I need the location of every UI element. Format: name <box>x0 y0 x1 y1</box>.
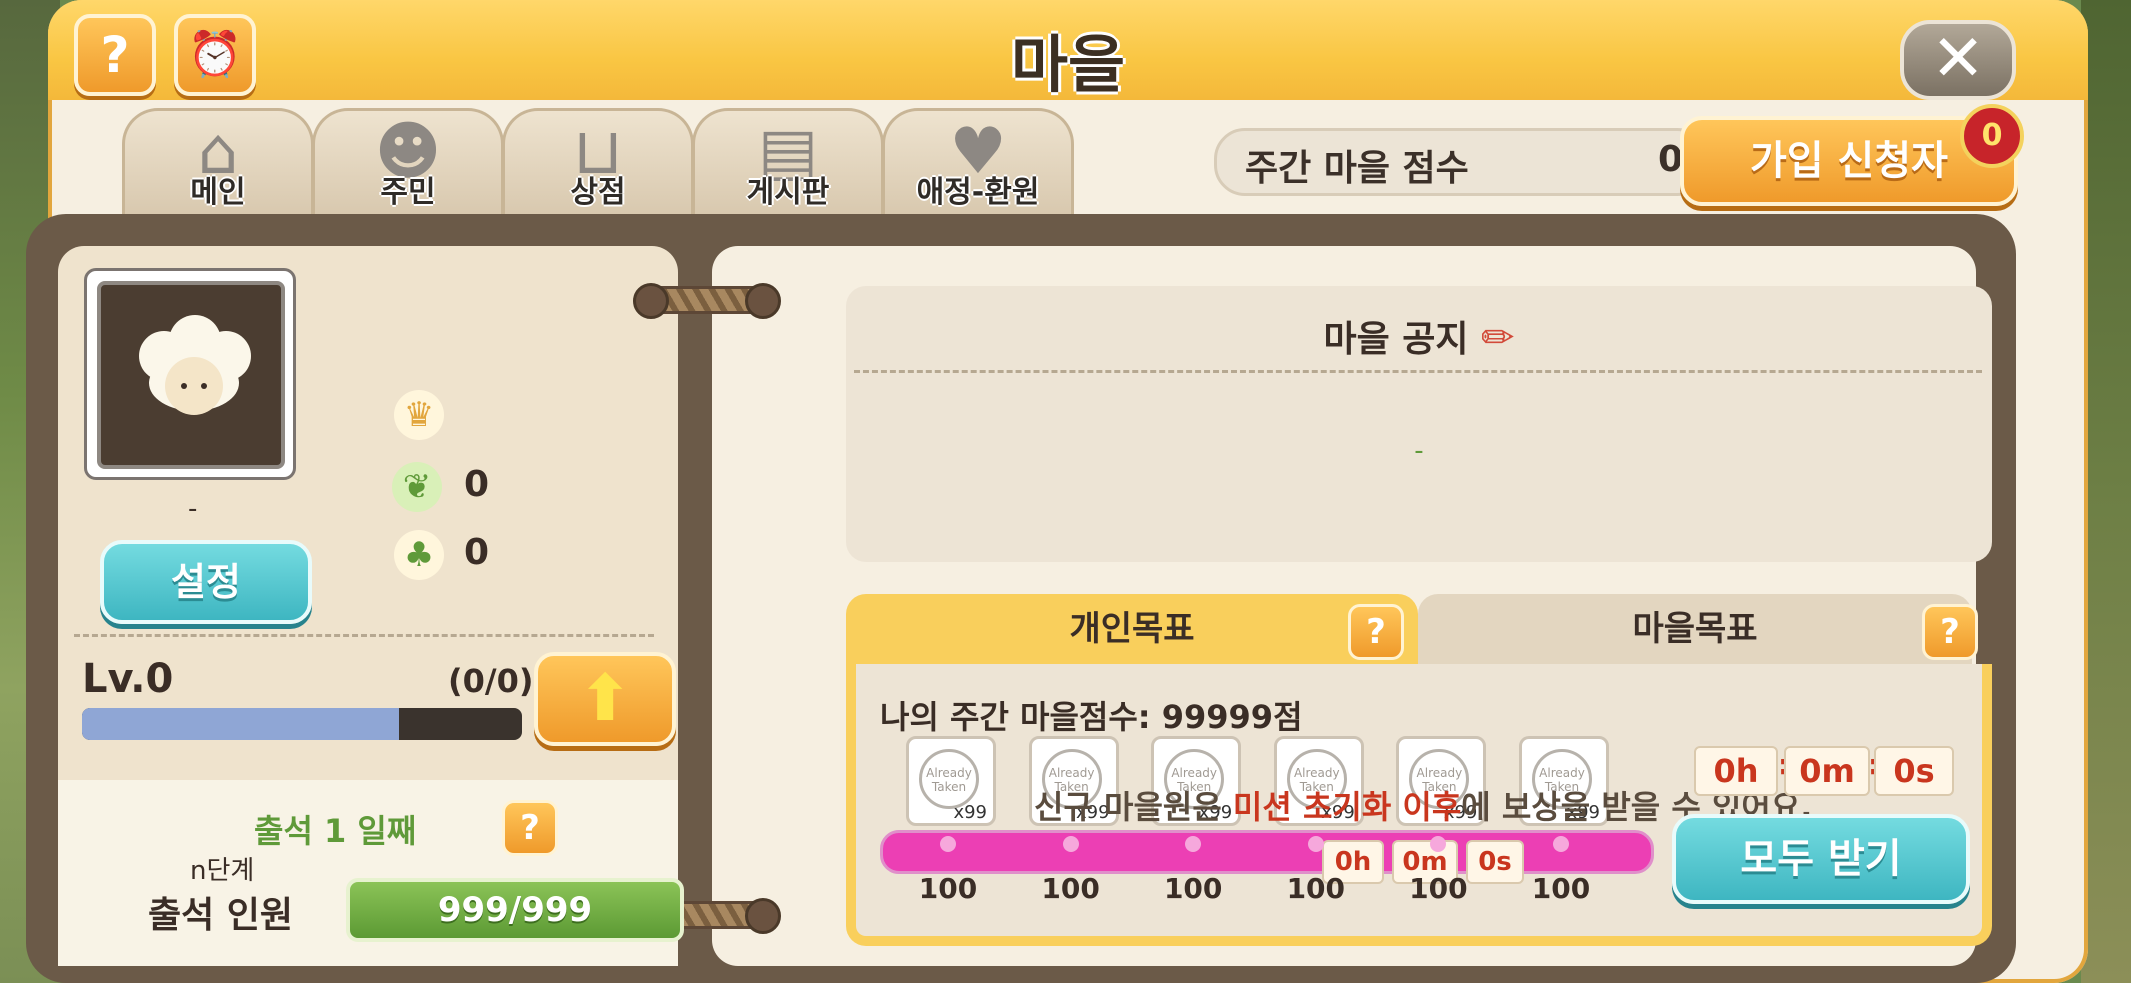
sprout-count: 0 <box>464 532 490 573</box>
weekly-village-score: 주간 마을 점수 0 <box>1214 128 1708 196</box>
reward-amount: x99 <box>953 802 987 823</box>
background-right <box>2081 0 2131 983</box>
attendance-day: 출석 1 일째 <box>254 812 417 850</box>
alarm-clock-button[interactable]: ⏰ <box>174 14 256 96</box>
arrow-up-icon: ⬆ <box>578 662 632 736</box>
attendance-stage: n단계 <box>190 856 255 886</box>
tab-shop-label: 상점 <box>570 175 626 210</box>
settings-button[interactable]: 설정 <box>100 540 312 624</box>
close-icon: ✕ <box>1931 22 1985 96</box>
timer-minutes: 0m <box>1784 746 1870 796</box>
goal-progress-track <box>880 830 1654 874</box>
receive-all-button[interactable]: 모두 받기 <box>1672 814 1970 904</box>
level-up-button[interactable]: ⬆ <box>534 652 676 746</box>
close-button[interactable]: ✕ <box>1900 20 2016 100</box>
avatar[interactable] <box>84 268 296 480</box>
tab-residents-label: 주민 <box>380 175 436 210</box>
tab-main[interactable]: ⌂ 메인 <box>122 108 314 217</box>
leaf-count: 0 <box>464 464 490 505</box>
track-marker <box>1062 836 1079 852</box>
tab-residents[interactable]: ☻ 주민 <box>312 108 504 217</box>
message-emphasis: 미션 초기화 이후 <box>1232 788 1462 826</box>
threshold-label: 100 <box>1286 872 1346 905</box>
track-marker <box>1553 836 1569 852</box>
tab-board[interactable]: ▤ 게시판 <box>692 108 884 217</box>
window-title: 마을 <box>1010 28 1126 101</box>
pencil-icon[interactable]: ✏ <box>1481 315 1515 361</box>
sprout-chick-icon: ♣ <box>394 530 444 580</box>
track-marker <box>940 836 956 852</box>
rope-top <box>633 283 781 319</box>
timer-hours: 0h <box>1694 746 1778 796</box>
notice-divider <box>854 370 1982 373</box>
help-button[interactable]: ? <box>74 14 156 96</box>
notice-title: 마을 공지 <box>1323 319 1469 360</box>
attendance-label: 출석 인원 <box>148 895 294 936</box>
crown-chick-icon: ♛ <box>394 390 444 440</box>
tab-personal-goal[interactable]: 개인목표 <box>846 594 1418 664</box>
sheep-icon <box>135 311 253 429</box>
alarm-clock-icon: ⏰ <box>187 29 243 80</box>
track-marker <box>1307 836 1324 852</box>
my-weekly-score: 나의 주간 마을점수: 99999점 <box>880 698 1303 736</box>
tab-board-label: 게시판 <box>746 175 830 210</box>
tab-village-goal[interactable]: 마을목표 <box>1418 594 1972 664</box>
attendance-help-button[interactable]: ? <box>502 800 558 856</box>
timer-seconds: 0s <box>1874 746 1954 796</box>
tab-affection-label: 애정-환원 <box>916 175 1040 210</box>
title-bar: 마을 <box>48 0 2088 101</box>
threshold-label: 100 <box>918 872 978 905</box>
level-progress-fill <box>82 708 399 740</box>
reward-card[interactable]: Already Taken x99 <box>906 736 996 826</box>
zigzag-divider <box>58 760 678 784</box>
player-name: - <box>188 494 198 524</box>
threshold-label: 100 <box>1163 872 1223 905</box>
level-count: (0/0) <box>448 662 534 700</box>
join-requests-badge: 0 <box>1960 104 2024 168</box>
notice-body: - <box>1414 436 1424 466</box>
threshold-label: 100 <box>1409 872 1468 905</box>
divider <box>74 634 654 637</box>
threshold-label: 100 <box>1041 872 1100 905</box>
leaf-icon: ❦ <box>392 462 442 512</box>
already-taken-stamp-icon: Already Taken <box>919 749 979 809</box>
village-notice: 마을 공지 ✏ - <box>846 286 1992 562</box>
tab-shop[interactable]: ⊔ 상점 <box>502 108 694 217</box>
village-goal-help-button[interactable]: ? <box>1922 604 1978 660</box>
tab-main-label: 메인 <box>190 175 246 210</box>
tab-village-goal-label: 마을목표 <box>1632 609 1758 649</box>
tab-personal-goal-label: 개인목표 <box>1069 609 1195 649</box>
tab-affection[interactable]: ♥ 애정-환원 <box>882 108 1074 217</box>
level-progress-bar <box>82 708 522 740</box>
threshold-label: 100 <box>1531 872 1591 905</box>
weekly-score-label: 주간 마을 점수 <box>1245 148 1469 189</box>
personal-goal-help-button[interactable]: ? <box>1348 604 1404 660</box>
attendance-count-bar: 999/999 <box>346 878 684 942</box>
village-level: Lv.0 <box>82 656 174 702</box>
